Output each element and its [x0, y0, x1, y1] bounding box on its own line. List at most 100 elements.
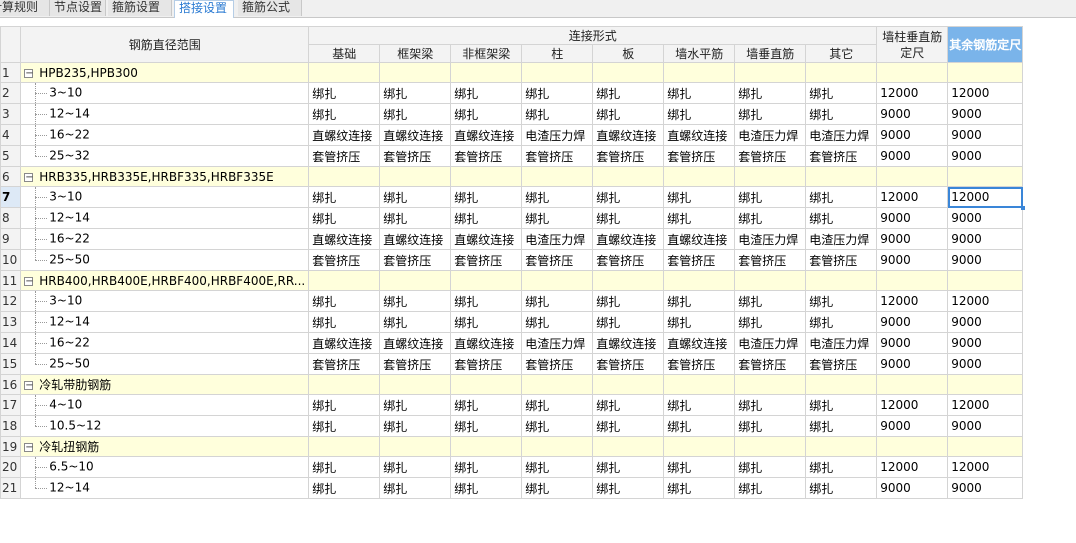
wall-column-length-cell[interactable]: 12000: [876, 456, 949, 478]
connection-cell-other[interactable]: 电渣压力焊: [805, 228, 878, 250]
connection-cell-foundation[interactable]: 绑扎: [308, 394, 381, 416]
diameter-range-cell[interactable]: 16~22: [20, 332, 310, 354]
connection-cell-other[interactable]: 绑扎: [805, 456, 878, 478]
connection-cell-wall-horizontal[interactable]: 绑扎: [663, 477, 736, 499]
table-row[interactable]: 13 12~14 绑扎 绑扎 绑扎 绑扎 绑扎 绑扎 绑扎 绑扎 9000 9000: [0, 311, 1024, 333]
connection-cell-foundation[interactable]: 绑扎: [308, 82, 381, 104]
connection-cell-wall-horizontal[interactable]: 绑扎: [663, 82, 736, 104]
connection-cell-wall-horizontal[interactable]: 直螺纹连接: [663, 332, 736, 354]
connection-cell-wall-vertical[interactable]: 电渣压力焊: [734, 228, 807, 250]
connection-cell-other[interactable]: 套管挤压: [805, 249, 878, 271]
collapse-toggle-icon[interactable]: −: [24, 276, 34, 286]
connection-cell-frame-beam[interactable]: 绑扎: [379, 82, 452, 104]
collapse-toggle-icon[interactable]: −: [24, 172, 34, 182]
connection-cell-column[interactable]: 电渣压力焊: [521, 228, 594, 250]
other-length-cell[interactable]: 12000: [947, 290, 1024, 312]
wall-column-length-cell[interactable]: 9000: [876, 477, 949, 499]
table-row[interactable]: 9 16~22 直螺纹连接 直螺纹连接 直螺纹连接 电渣压力焊 直螺纹连接 直螺纹连接 电渣压力…: [0, 228, 1024, 250]
tab-calc-rules[interactable]: 计算规则: [0, 0, 50, 16]
connection-cell-wall-horizontal[interactable]: 套管挤压: [663, 145, 736, 167]
group-name-cell[interactable]: − HRB400,HRB400E,HRBF400,HRBF400E,RR...: [20, 270, 310, 291]
connection-cell-slab[interactable]: 套管挤压: [592, 249, 665, 271]
connection-cell-frame-beam[interactable]: 绑扎: [379, 394, 452, 416]
connection-cell-frame-beam[interactable]: 绑扎: [379, 415, 452, 437]
other-length-cell[interactable]: 9000: [947, 415, 1024, 437]
connection-cell-slab[interactable]: 套管挤压: [592, 353, 665, 375]
connection-cell-frame-beam[interactable]: 直螺纹连接: [379, 124, 452, 146]
connection-cell-other[interactable]: 绑扎: [805, 186, 878, 208]
diameter-range-cell[interactable]: 25~50: [20, 249, 310, 271]
connection-cell-wall-vertical[interactable]: 绑扎: [734, 311, 807, 333]
diameter-range-cell[interactable]: 3~10: [20, 186, 310, 208]
connection-cell-wall-horizontal[interactable]: 套管挤压: [663, 249, 736, 271]
connection-cell-slab[interactable]: 套管挤压: [592, 145, 665, 167]
diameter-range-cell[interactable]: 6.5~10: [20, 456, 310, 478]
wall-column-length-cell[interactable]: 9000: [876, 145, 949, 167]
connection-cell-wall-horizontal[interactable]: 绑扎: [663, 311, 736, 333]
connection-cell-non-frame-beam[interactable]: 直螺纹连接: [450, 228, 523, 250]
table-row[interactable]: 17 4~10 绑扎 绑扎 绑扎 绑扎 绑扎 绑扎 绑扎 绑扎 12000 12000: [0, 394, 1024, 416]
connection-cell-frame-beam[interactable]: 套管挤压: [379, 353, 452, 375]
connection-cell-foundation[interactable]: 套管挤压: [308, 145, 381, 167]
connection-cell-frame-beam[interactable]: 套管挤压: [379, 145, 452, 167]
connection-cell-slab[interactable]: 绑扎: [592, 311, 665, 333]
connection-cell-slab[interactable]: 绑扎: [592, 186, 665, 208]
connection-cell-other[interactable]: 电渣压力焊: [805, 332, 878, 354]
connection-cell-non-frame-beam[interactable]: 直螺纹连接: [450, 332, 523, 354]
connection-cell-non-frame-beam[interactable]: 套管挤压: [450, 249, 523, 271]
connection-cell-wall-horizontal[interactable]: 直螺纹连接: [663, 124, 736, 146]
connection-cell-wall-horizontal[interactable]: 套管挤压: [663, 353, 736, 375]
connection-cell-wall-vertical[interactable]: 绑扎: [734, 415, 807, 437]
collapse-toggle-icon[interactable]: −: [24, 443, 34, 453]
connection-cell-wall-horizontal[interactable]: 绑扎: [663, 456, 736, 478]
diameter-range-cell[interactable]: 12~14: [20, 103, 310, 125]
connection-cell-foundation[interactable]: 套管挤压: [308, 353, 381, 375]
group-name-cell[interactable]: − 冷轧带肋钢筋: [20, 374, 310, 395]
other-length-cell[interactable]: 9000: [947, 249, 1024, 271]
connection-cell-wall-vertical[interactable]: 电渣压力焊: [734, 332, 807, 354]
group-name-cell[interactable]: − HPB235,HPB300: [20, 62, 310, 83]
connection-cell-non-frame-beam[interactable]: 套管挤压: [450, 145, 523, 167]
table-row[interactable]: 7 3~10 绑扎 绑扎 绑扎 绑扎 绑扎 绑扎 绑扎 绑扎 12000 12000: [0, 186, 1024, 208]
group-row[interactable]: 19− 冷轧扭钢筋: [0, 436, 1024, 457]
connection-cell-frame-beam[interactable]: 绑扎: [379, 103, 452, 125]
wall-column-length-cell[interactable]: 9000: [876, 311, 949, 333]
connection-cell-foundation[interactable]: 直螺纹连接: [308, 332, 381, 354]
group-name-cell[interactable]: − 冷轧扭钢筋: [20, 436, 310, 457]
connection-cell-frame-beam[interactable]: 绑扎: [379, 311, 452, 333]
diameter-range-cell[interactable]: 3~10: [20, 290, 310, 312]
connection-cell-column[interactable]: 绑扎: [521, 186, 594, 208]
connection-cell-wall-horizontal[interactable]: 绑扎: [663, 207, 736, 229]
connection-cell-slab[interactable]: 绑扎: [592, 290, 665, 312]
connection-cell-wall-horizontal[interactable]: 绑扎: [663, 290, 736, 312]
wall-column-length-cell[interactable]: 9000: [876, 249, 949, 271]
connection-cell-column[interactable]: 绑扎: [521, 207, 594, 229]
connection-cell-non-frame-beam[interactable]: 套管挤压: [450, 353, 523, 375]
wall-column-length-cell[interactable]: 9000: [876, 228, 949, 250]
wall-column-length-cell[interactable]: 9000: [876, 415, 949, 437]
connection-cell-frame-beam[interactable]: 直螺纹连接: [379, 228, 452, 250]
wall-column-length-cell[interactable]: 9000: [876, 103, 949, 125]
connection-cell-other[interactable]: 绑扎: [805, 394, 878, 416]
connection-cell-wall-vertical[interactable]: 绑扎: [734, 290, 807, 312]
connection-cell-foundation[interactable]: 绑扎: [308, 477, 381, 499]
connection-cell-other[interactable]: 套管挤压: [805, 353, 878, 375]
tab-lap-settings[interactable]: 搭接设置: [174, 0, 234, 18]
connection-cell-slab[interactable]: 绑扎: [592, 477, 665, 499]
table-row[interactable]: 5 25~32 套管挤压 套管挤压 套管挤压 套管挤压 套管挤压 套管挤压 套管挤压 套管挤压 90…: [0, 145, 1024, 167]
connection-cell-frame-beam[interactable]: 套管挤压: [379, 249, 452, 271]
group-row[interactable]: 6− HRB335,HRB335E,HRBF335,HRBF335E: [0, 166, 1024, 187]
diameter-range-cell[interactable]: 10.5~12: [20, 415, 310, 437]
connection-cell-foundation[interactable]: 绑扎: [308, 290, 381, 312]
connection-cell-non-frame-beam[interactable]: 绑扎: [450, 311, 523, 333]
connection-cell-foundation[interactable]: 绑扎: [308, 186, 381, 208]
diameter-range-cell[interactable]: 3~10: [20, 82, 310, 104]
group-name-cell[interactable]: − HRB335,HRB335E,HRBF335,HRBF335E: [20, 166, 310, 187]
connection-cell-slab[interactable]: 绑扎: [592, 415, 665, 437]
connection-cell-foundation[interactable]: 直螺纹连接: [308, 124, 381, 146]
connection-cell-other[interactable]: 绑扎: [805, 103, 878, 125]
diameter-range-cell[interactable]: 25~32: [20, 145, 310, 167]
connection-cell-column[interactable]: 绑扎: [521, 82, 594, 104]
table-row[interactable]: 20 6.5~10 绑扎 绑扎 绑扎 绑扎 绑扎 绑扎 绑扎 绑扎 12000 12000: [0, 456, 1024, 478]
table-row[interactable]: 18 10.5~12 绑扎 绑扎 绑扎 绑扎 绑扎 绑扎 绑扎 绑扎 9000 9000: [0, 415, 1024, 437]
